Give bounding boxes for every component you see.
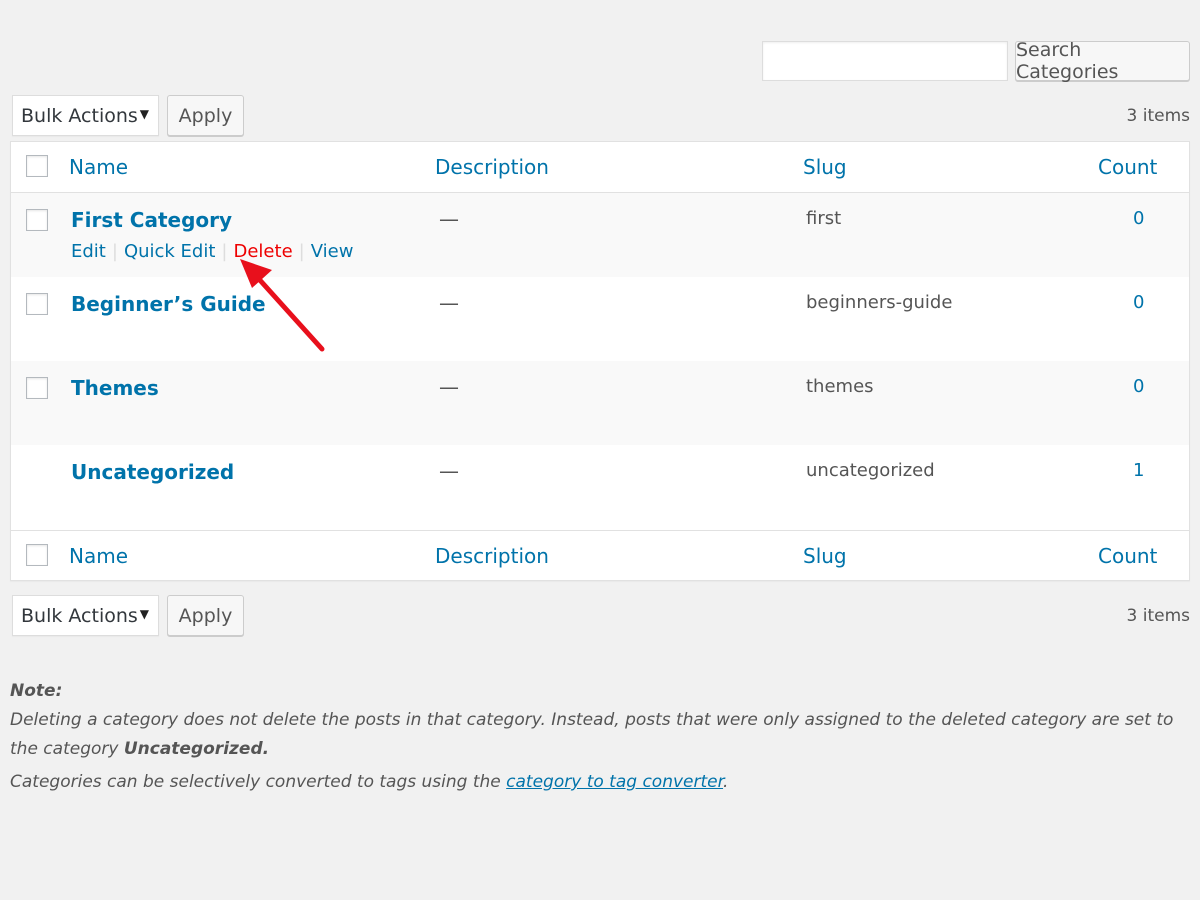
table-footer: Name Description Slug Count [11, 530, 1189, 581]
category-description: — [439, 207, 459, 231]
quick-edit-link[interactable]: Quick Edit [124, 241, 215, 262]
note-text: Deleting a category does not delete the … [10, 706, 1190, 764]
table-header: Name Description Slug Count [11, 142, 1189, 193]
select-all-checkbox-footer[interactable] [26, 544, 48, 566]
note-line2-prefix: Categories can be selectively converted … [10, 772, 501, 792]
apply-button-top[interactable]: Apply [167, 95, 244, 136]
category-name-link[interactable]: Beginner’s Guide [71, 292, 266, 316]
category-count-link[interactable]: 0 [1133, 208, 1144, 229]
table-row: Beginner’s Guide — beginners-guide 0 [11, 277, 1189, 361]
category-name-link[interactable]: Themes [71, 376, 159, 400]
table-row: Uncategorized — uncategorized 1 [11, 445, 1189, 529]
category-slug: uncategorized [806, 460, 935, 481]
category-description: — [439, 459, 459, 483]
column-description-footer: Description [435, 544, 549, 568]
items-count-top: 3 items [1126, 106, 1190, 126]
view-link[interactable]: View [311, 241, 354, 262]
column-slug[interactable]: Slug [803, 155, 847, 179]
note-line2-suffix: . [723, 772, 729, 792]
caret-down-icon: ▼ [139, 107, 149, 121]
row-actions: Edit | Quick Edit | Delete | View [71, 241, 353, 262]
category-name-link[interactable]: Uncategorized [71, 460, 234, 484]
category-description: — [439, 291, 459, 315]
column-count[interactable]: Count [1098, 155, 1157, 179]
select-all-checkbox[interactable] [26, 155, 48, 177]
search-categories-button[interactable]: Search Categories [1015, 39, 1190, 83]
category-to-tag-converter-link[interactable]: category to tag converter [506, 772, 723, 792]
table-row: Themes — themes 0 [11, 361, 1189, 445]
search-input[interactable] [762, 41, 1008, 81]
category-slug: beginners-guide [806, 292, 953, 313]
bulk-actions-label: Bulk Actions [21, 604, 138, 627]
column-name-footer[interactable]: Name [69, 544, 128, 568]
note-heading: Note: [10, 681, 63, 701]
table-row: First Category — first 0 Edit | Quick Ed… [11, 193, 1189, 277]
category-description: — [439, 375, 459, 399]
category-count-link[interactable]: 0 [1133, 376, 1144, 397]
note-line1-bold: Uncategorized. [123, 739, 270, 759]
category-count-link[interactable]: 1 [1133, 460, 1144, 481]
separator: | [298, 241, 305, 262]
note-converter-line: Categories can be selectively converted … [10, 768, 1190, 797]
edit-link[interactable]: Edit [71, 241, 106, 262]
categories-note: Note: Deleting a category does not delet… [10, 677, 1190, 797]
separator: | [221, 241, 228, 262]
categories-table: Name Description Slug Count First Catego… [10, 141, 1190, 581]
row-checkbox[interactable] [26, 377, 48, 399]
bulk-actions-label: Bulk Actions [21, 104, 138, 127]
row-checkbox[interactable] [26, 293, 48, 315]
category-count-link[interactable]: 0 [1133, 292, 1144, 313]
items-count-bottom: 3 items [1126, 606, 1190, 626]
apply-button-bottom[interactable]: Apply [167, 595, 244, 636]
bulk-actions-select-top[interactable]: Bulk Actions ▼ [12, 95, 159, 136]
delete-link[interactable]: Delete [234, 241, 293, 262]
category-slug: themes [806, 376, 874, 397]
row-checkbox[interactable] [26, 209, 48, 231]
separator: | [111, 241, 118, 262]
column-name[interactable]: Name [69, 155, 128, 179]
category-slug: first [806, 208, 842, 229]
category-name-link[interactable]: First Category [71, 208, 232, 232]
column-count-footer[interactable]: Count [1098, 544, 1157, 568]
column-description: Description [435, 155, 549, 179]
column-slug-footer[interactable]: Slug [803, 544, 847, 568]
bulk-actions-select-bottom[interactable]: Bulk Actions ▼ [12, 595, 159, 636]
caret-down-icon: ▼ [139, 607, 149, 621]
